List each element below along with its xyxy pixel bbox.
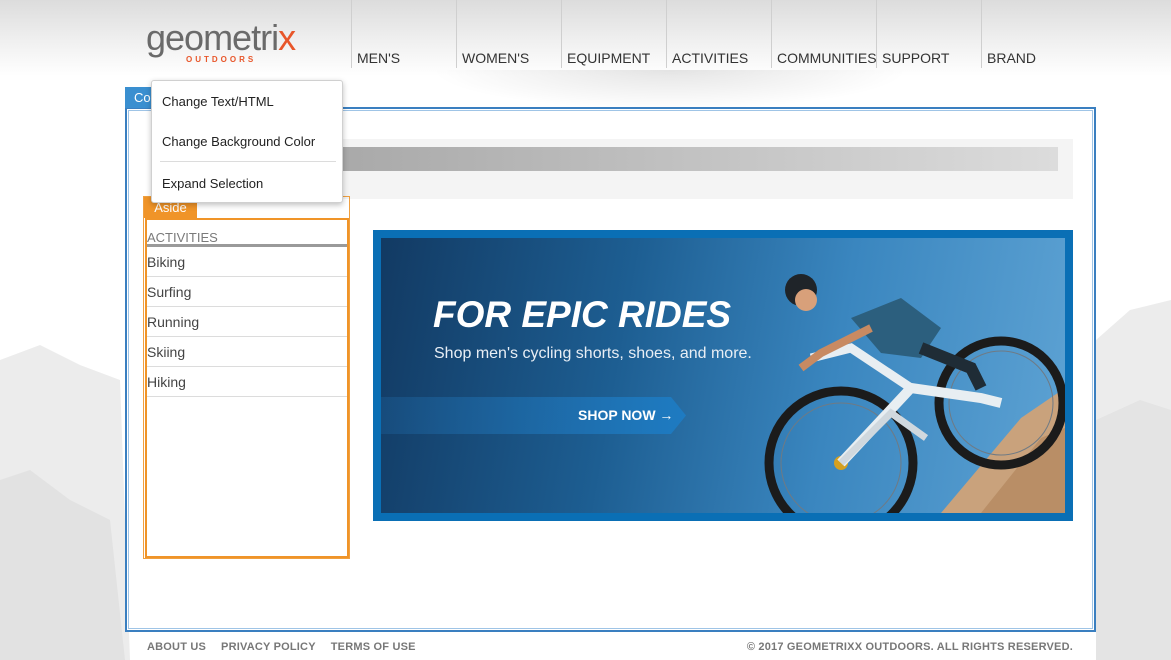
activity-link-surfing[interactable]: Surfing	[147, 277, 347, 307]
menu-item-expand-selection[interactable]: Expand Selection	[162, 176, 263, 191]
menu-item-change-text-html[interactable]: Change Text/HTML	[162, 94, 274, 109]
shop-now-label: SHOP NOW →	[578, 407, 674, 423]
activities-list: Biking Surfing Running Skiing Hiking	[147, 247, 347, 397]
logo-subtitle: OUTDOORS	[186, 55, 257, 64]
activities-heading: ACTIVITIES	[147, 230, 218, 245]
activity-link-running[interactable]: Running	[147, 307, 347, 337]
activity-link-skiing[interactable]: Skiing	[147, 337, 347, 367]
shop-now-button[interactable]: SHOP NOW →	[381, 397, 686, 434]
title-banner-bar	[340, 147, 1058, 171]
nav-item-communities[interactable]: COMMUNITIES	[771, 0, 877, 68]
logo-wordmark-x: x	[278, 17, 296, 58]
footer-links: ABOUT US PRIVACY POLICY TERMS OF USE	[147, 641, 431, 653]
main-nav: MEN'S WOMEN'S EQUIPMENT ACTIVITIES COMMU…	[351, 0, 1086, 68]
nav-item-equipment[interactable]: EQUIPMENT	[561, 0, 666, 68]
activity-link-hiking[interactable]: Hiking	[147, 367, 347, 397]
footer-link-privacy-policy[interactable]: PRIVACY POLICY	[221, 641, 316, 653]
site-header: geometrix OUTDOORS MEN'S WOMEN'S EQUIPME…	[0, 0, 1171, 76]
menu-item-change-background-color[interactable]: Change Background Color	[162, 134, 315, 149]
nav-item-womens[interactable]: WOMEN'S	[456, 0, 561, 68]
nav-item-mens[interactable]: MEN'S	[351, 0, 456, 68]
hero-image: FOR EPIC RIDES Shop men's cycling shorts…	[381, 238, 1065, 513]
menu-separator	[160, 161, 336, 162]
footer-copyright: © 2017 GEOMETRIXX OUTDOORS. ALL RIGHTS R…	[746, 641, 1073, 653]
nav-item-brand[interactable]: BRAND	[981, 0, 1086, 68]
hero-banner[interactable]: FOR EPIC RIDES Shop men's cycling shorts…	[373, 230, 1073, 521]
brand-logo[interactable]: geometrix OUTDOORS	[146, 18, 306, 68]
nav-item-support[interactable]: SUPPORT	[876, 0, 981, 68]
activity-link-biking[interactable]: Biking	[147, 247, 347, 277]
nav-item-activities[interactable]: ACTIVITIES	[666, 0, 771, 68]
title-banner-placeholder[interactable]	[340, 139, 1073, 199]
hero-subtitle: Shop men's cycling shorts, shoes, and mo…	[434, 345, 752, 362]
header-shadow	[430, 70, 910, 110]
cyclist-illustration	[764, 274, 1065, 513]
footer-link-about-us[interactable]: ABOUT US	[147, 641, 206, 653]
logo-wordmark: geometri	[146, 17, 279, 58]
hero-title: FOR EPIC RIDES	[433, 294, 732, 335]
footer-link-terms-of-use[interactable]: TERMS OF USE	[331, 641, 416, 653]
context-menu: Change Text/HTML Change Background Color…	[151, 80, 343, 203]
